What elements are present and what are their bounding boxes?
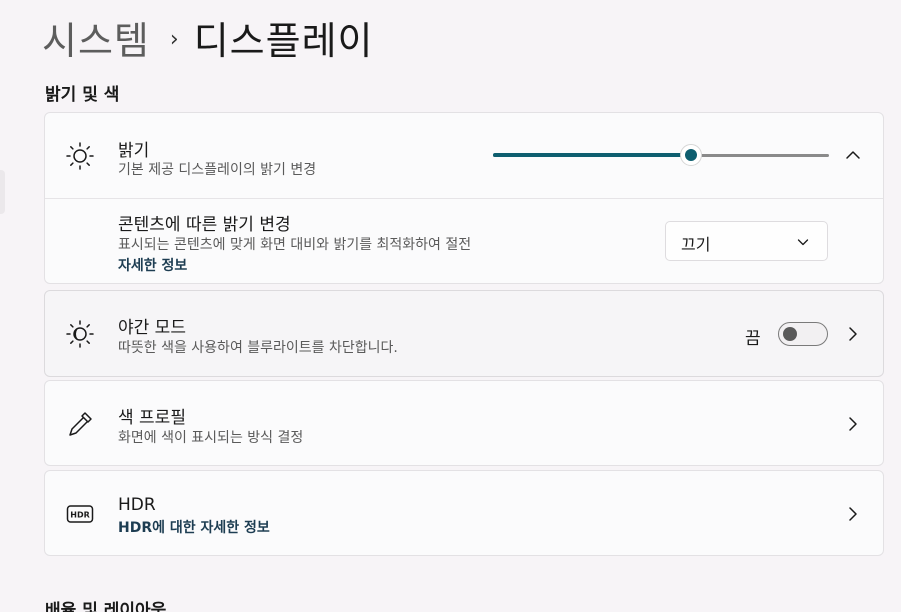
sun-icon — [66, 142, 94, 170]
night-light-title: 야간 모드 — [118, 318, 186, 338]
night-light-toggle-label: 끔 — [745, 329, 761, 349]
brightness-subtitle: 기본 제공 디스플레이의 밝기 변경 — [118, 162, 317, 178]
content-adaptive-row: 콘텐츠에 따른 밝기 변경 표시되는 콘텐츠에 맞게 화면 대비와 밝기를 최적… — [45, 199, 883, 285]
chevron-up-icon[interactable] — [845, 147, 861, 163]
learn-more-link[interactable]: 자세한 정보 — [118, 255, 187, 275]
brightness-slider[interactable] — [493, 144, 829, 166]
brightness-title: 밝기 — [118, 141, 150, 161]
color-profile-card[interactable]: 색 프로필 화면에 색이 표시되는 방식 결정 — [44, 380, 884, 466]
night-light-subtitle: 따뜻한 색을 사용하여 블루라이트를 차단합니다. — [118, 340, 398, 356]
night-light-toggle[interactable] — [778, 322, 828, 346]
hdr-card[interactable]: HDR HDR HDR에 대한 자세한 정보 — [44, 470, 884, 556]
color-profile-subtitle: 화면에 색이 표시되는 방식 결정 — [118, 430, 304, 446]
night-light-icon — [66, 320, 94, 348]
brightness-row[interactable]: 밝기 기본 제공 디스플레이의 밝기 변경 — [45, 113, 883, 198]
slider-thumb[interactable] — [680, 144, 703, 166]
content-adaptive-title: 콘텐츠에 따른 밝기 변경 — [118, 215, 291, 235]
brightness-card: 밝기 기본 제공 디스플레이의 밝기 변경 콘텐츠에 따른 밝기 변경 표시되는… — [44, 112, 884, 284]
svg-text:HDR: HDR — [70, 511, 90, 520]
hdr-learn-more-link[interactable]: HDR에 대한 자세한 정보 — [118, 517, 270, 537]
page-title: 디스플레이 — [193, 19, 374, 63]
chevron-right-icon — [849, 327, 857, 341]
chevron-right-icon — [849, 507, 857, 521]
color-profile-title: 색 프로필 — [118, 408, 186, 428]
breadcrumb-separator: › — [169, 27, 180, 52]
nav-selection-indicator — [0, 170, 5, 214]
slider-fill — [493, 153, 692, 157]
toggle-knob — [783, 327, 797, 341]
breadcrumb: 시스템 › 디스플레이 — [42, 10, 374, 65]
breadcrumb-parent[interactable]: 시스템 — [42, 10, 150, 65]
night-light-card[interactable]: 야간 모드 따뜻한 색을 사용하여 블루라이트를 차단합니다. 끔 — [44, 290, 884, 377]
eyedropper-icon — [69, 412, 92, 436]
section-title-brightness-color: 밝기 및 색 — [45, 85, 120, 105]
hdr-title: HDR — [118, 495, 156, 515]
content-adaptive-dropdown[interactable]: 끄기 — [665, 221, 828, 261]
chevron-down-icon — [797, 239, 809, 246]
content-adaptive-subtitle: 표시되는 콘텐츠에 맞게 화면 대비와 밝기를 최적화하여 절전 — [118, 237, 472, 253]
section-title-scale-layout: 배율 및 레이아웃 — [45, 601, 167, 612]
hdr-icon: HDR — [66, 505, 94, 523]
chevron-right-icon — [849, 417, 857, 431]
dropdown-value: 끄기 — [681, 235, 711, 254]
